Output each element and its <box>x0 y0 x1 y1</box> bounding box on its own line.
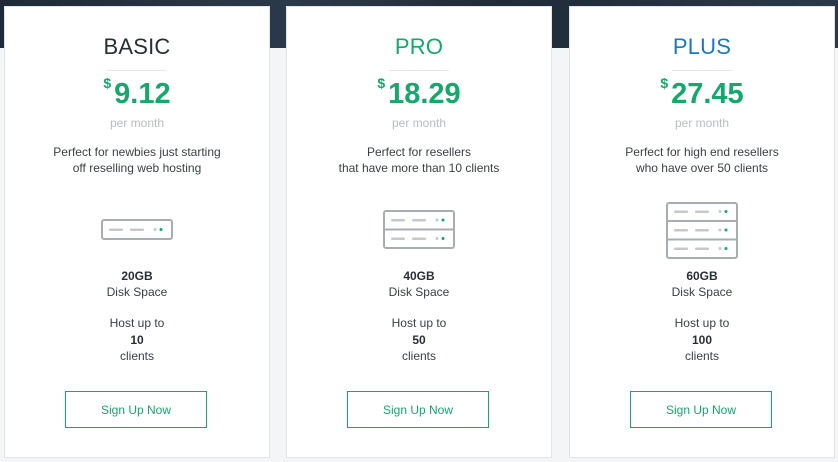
server-1-unit-icon <box>101 219 173 240</box>
host-label: Host up to <box>674 316 730 330</box>
description-line: Perfect for high end resellers <box>625 145 779 159</box>
description-line: Perfect for resellers <box>366 145 472 159</box>
disk-label: Disk Space <box>106 285 168 299</box>
billing-period: per month <box>109 116 165 130</box>
currency-symbol: $ <box>377 75 386 91</box>
title-divider <box>389 70 449 71</box>
description-line: Perfect for newbies just starting <box>53 145 221 159</box>
sign-up-button[interactable]: Sign Up Now <box>65 391 207 428</box>
plan-description: Perfect for resellers that have more tha… <box>297 144 541 176</box>
title-divider <box>672 70 732 71</box>
plan-name: PLUS <box>672 34 732 59</box>
sign-up-button[interactable]: Sign Up Now <box>630 391 772 428</box>
host-count: 10 <box>130 332 144 347</box>
plan-name: BASIC <box>103 34 171 59</box>
plan-description: Perfect for newbies just starting off re… <box>15 144 259 176</box>
disk-size: 40GB <box>403 269 435 283</box>
pricing-card-basic: BASIC $9.12 per month Perfect for newbie… <box>4 6 270 458</box>
currency-symbol: $ <box>103 75 112 91</box>
host-count: 100 <box>691 332 713 347</box>
disk-label: Disk Space <box>671 285 733 299</box>
billing-period: per month <box>391 116 447 130</box>
client-limit: Host up to 100 clients <box>570 315 834 365</box>
currency-symbol: $ <box>660 75 669 91</box>
pricing-card-plus: PLUS $27.45 per month Perfect for high e… <box>569 6 835 458</box>
price-amount: 18.29 <box>388 78 461 110</box>
disk-space: 60GB Disk Space <box>570 268 834 300</box>
host-label: Host up to <box>391 316 447 330</box>
disk-label: Disk Space <box>388 285 450 299</box>
title-divider <box>107 70 167 71</box>
description-line: who have over 50 clients <box>635 161 769 175</box>
plan-description: Perfect for high end resellers who have … <box>580 144 824 176</box>
client-limit: Host up to 50 clients <box>287 315 551 365</box>
server-3-unit-icon <box>666 202 738 259</box>
disk-size: 60GB <box>686 269 718 283</box>
host-unit: clients <box>119 349 154 363</box>
host-label: Host up to <box>109 316 165 330</box>
disk-size: 20GB <box>121 269 153 283</box>
plan-price: $18.29 <box>287 72 551 116</box>
host-unit: clients <box>401 349 436 363</box>
sign-up-button[interactable]: Sign Up Now <box>347 391 489 428</box>
client-limit: Host up to 10 clients <box>5 315 269 365</box>
host-count: 50 <box>412 332 426 347</box>
host-unit: clients <box>684 349 719 363</box>
description-line: that have more than 10 clients <box>338 161 500 175</box>
disk-space: 40GB Disk Space <box>287 268 551 300</box>
billing-period: per month <box>674 116 730 130</box>
pricing-card-pro: PRO $18.29 per month Perfect for reselle… <box>286 6 552 458</box>
description-line: off reselling web hosting <box>72 161 202 175</box>
plan-name: PRO <box>394 34 444 59</box>
server-2-unit-icon <box>383 210 455 249</box>
plan-price: $27.45 <box>570 72 834 116</box>
plan-price: $9.12 <box>5 72 269 116</box>
price-amount: 9.12 <box>114 78 171 110</box>
disk-space: 20GB Disk Space <box>5 268 269 300</box>
price-amount: 27.45 <box>671 78 744 110</box>
